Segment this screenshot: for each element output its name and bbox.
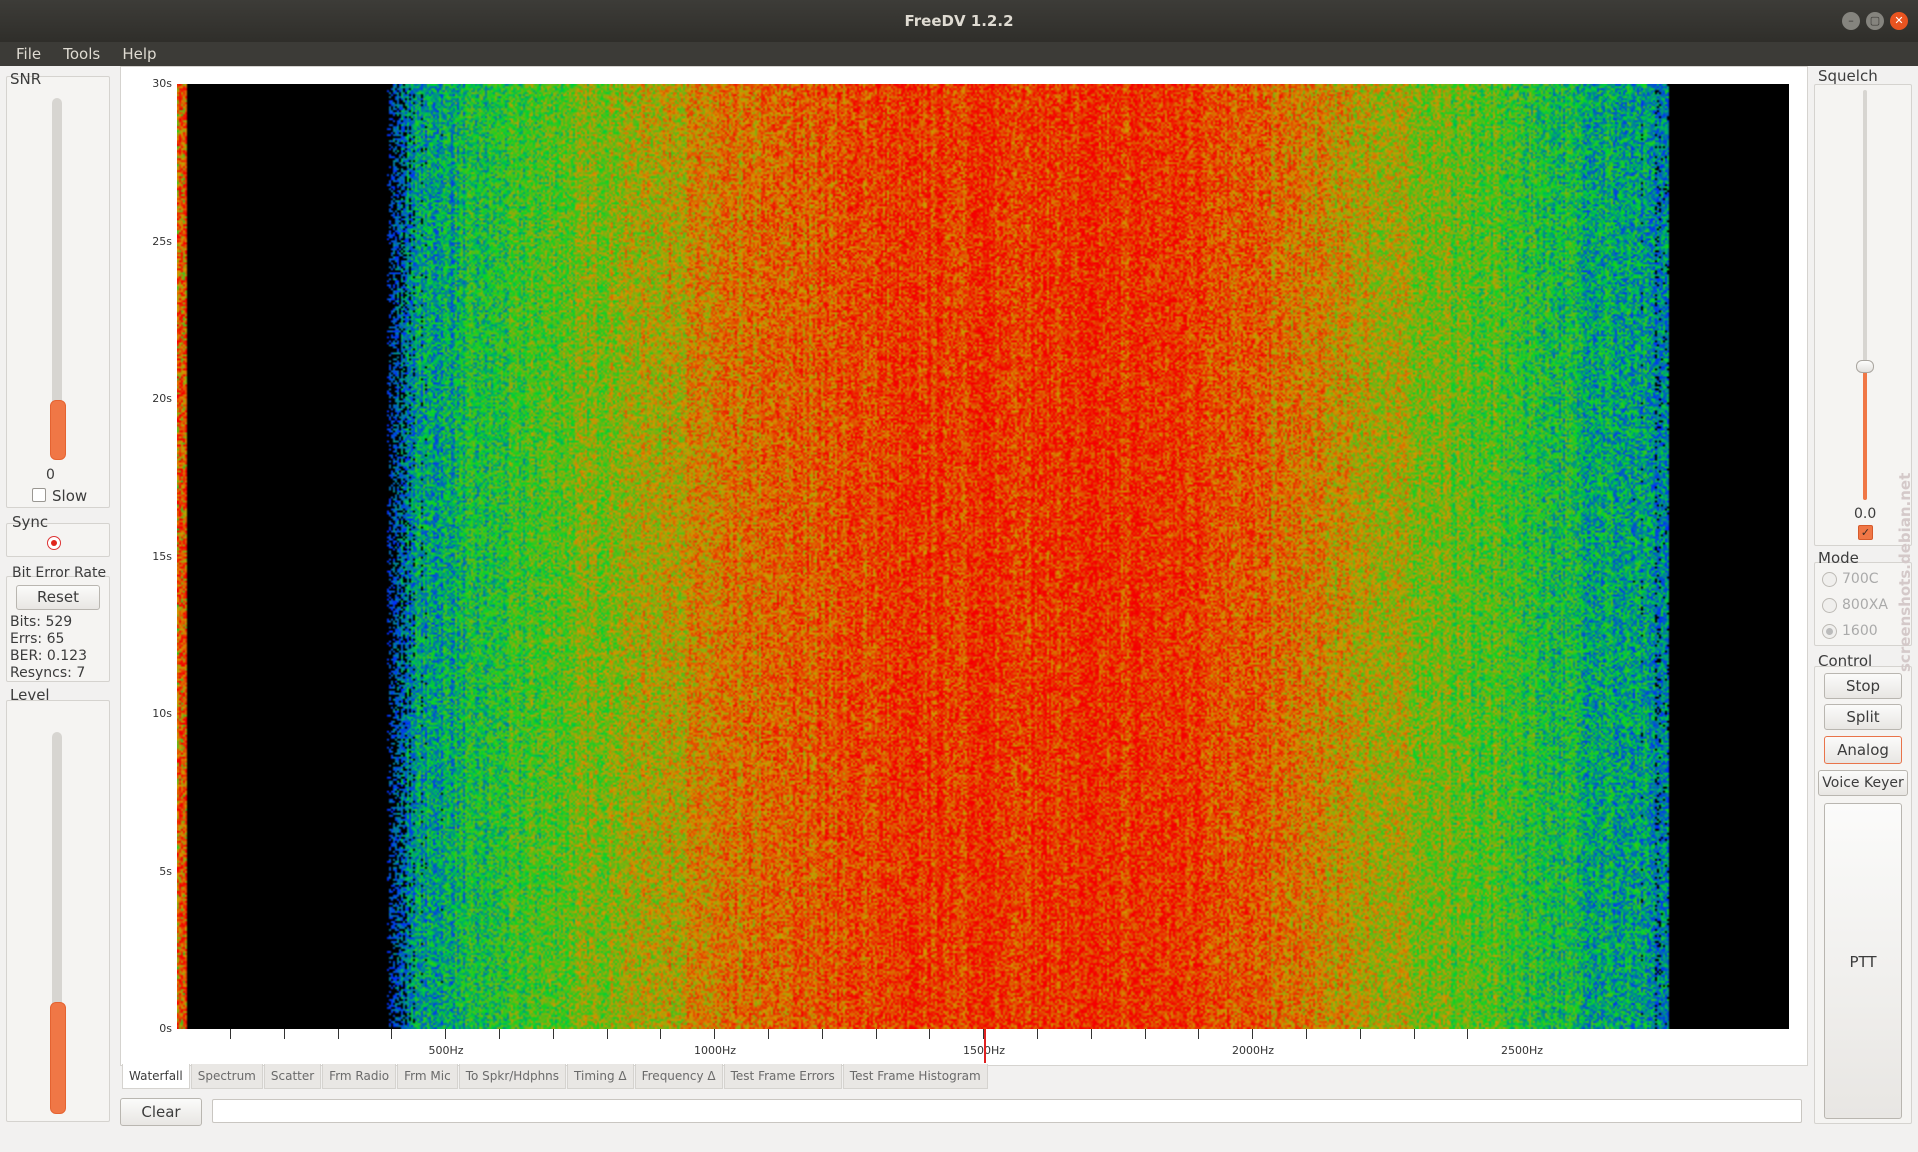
- x-tick-mark: [283, 1029, 285, 1039]
- sync-indicator-icon: [47, 536, 61, 550]
- x-tick-mark: [1037, 1029, 1038, 1039]
- title-bar: FreeDV 1.2.2 – ▢ ✕: [0, 0, 1918, 42]
- window-title: FreeDV 1.2.2: [904, 12, 1014, 30]
- y-tick-label: 5s: [159, 864, 172, 878]
- x-tick-mark: [1198, 1029, 1200, 1039]
- x-tick-label: 2500Hz: [1500, 1044, 1544, 1057]
- x-tick-mark: [1359, 1029, 1361, 1039]
- tab-frm-mic[interactable]: Frm Mic: [397, 1064, 458, 1089]
- mode-label: Mode: [1818, 549, 1859, 567]
- y-tick-label: 0s: [159, 1022, 172, 1035]
- y-tick-label: 25s: [152, 234, 172, 248]
- x-tick-mark: [1306, 1029, 1307, 1039]
- minimize-icon[interactable]: –: [1842, 12, 1860, 30]
- ber-label: Bit Error Rate: [12, 565, 107, 581]
- tab-test-frame-histogram[interactable]: Test Frame Histogram: [842, 1064, 988, 1089]
- control-label: Control: [1818, 652, 1873, 670]
- snr-label: SNR: [10, 70, 42, 88]
- y-tick-label: 10s: [152, 707, 172, 720]
- mode-700c-radio[interactable]: [1822, 572, 1837, 587]
- tab-timing[interactable]: Timing Δ: [567, 1064, 634, 1089]
- x-tick-mark: [929, 1029, 931, 1039]
- x-tick-mark: [714, 1029, 716, 1039]
- waterfall-plot[interactable]: [177, 84, 1789, 1029]
- x-tick-mark: [391, 1029, 393, 1039]
- sync-label: Sync: [12, 513, 49, 531]
- slow-label: Slow: [52, 487, 88, 505]
- y-tick-label: 20s: [152, 392, 172, 405]
- x-tick-mark: [875, 1029, 877, 1039]
- x-tick-mark: [1252, 1029, 1254, 1039]
- tab-frm-radio[interactable]: Frm Radio: [322, 1064, 397, 1089]
- mode-700c-label: 700C: [1842, 571, 1879, 587]
- x-tick-label: 2000Hz: [1231, 1044, 1275, 1057]
- squelch-value: 0.0: [1854, 506, 1877, 522]
- analog-button[interactable]: Analog: [1824, 736, 1902, 764]
- voice-keyer-button[interactable]: Voice Keyer: [1818, 770, 1908, 796]
- mode-1600-radio[interactable]: [1822, 624, 1837, 639]
- x-tick-mark: [821, 1029, 823, 1039]
- ptt-button[interactable]: PTT: [1824, 803, 1902, 1119]
- mode-800xa-radio[interactable]: [1822, 598, 1837, 613]
- x-tick-mark: [606, 1029, 608, 1039]
- x-tick-mark: [1144, 1029, 1146, 1039]
- squelch-slider-handle[interactable]: [1856, 360, 1874, 373]
- ber-resyncs: Resyncs: 7: [10, 665, 86, 681]
- tab-to-spkr-hdphns[interactable]: To Spkr/Hdphns: [458, 1064, 567, 1089]
- squelch-label: Squelch: [1818, 67, 1878, 85]
- menu-file[interactable]: File: [16, 42, 41, 66]
- x-tick-label: 500Hz: [428, 1044, 464, 1057]
- x-tick-mark: [660, 1029, 662, 1039]
- x-tick-mark: [230, 1029, 231, 1039]
- menu-help[interactable]: Help: [122, 42, 156, 66]
- level-label: Level: [10, 686, 50, 704]
- x-tick-mark: [552, 1029, 554, 1039]
- y-tick-label: 30s: [152, 77, 172, 90]
- x-tick-mark: [1467, 1029, 1469, 1039]
- ber-reset-button[interactable]: Reset: [16, 585, 100, 610]
- x-tick-mark: [445, 1029, 447, 1039]
- message-field[interactable]: [212, 1099, 1802, 1123]
- mode-1600-label: 1600: [1842, 623, 1878, 639]
- graph-tabs: Waterfall Spectrum Scatter Frm Radio Frm Mic…: [122, 1064, 989, 1089]
- tab-scatter[interactable]: Scatter: [263, 1064, 322, 1089]
- y-tick-label: 15s: [152, 549, 172, 563]
- x-tick-mark: [1090, 1029, 1092, 1039]
- menu-bar: File Tools Help: [0, 42, 1918, 66]
- clear-button[interactable]: Clear: [120, 1098, 202, 1126]
- maximize-icon[interactable]: ▢: [1866, 12, 1884, 30]
- tab-waterfall[interactable]: Waterfall: [122, 1064, 190, 1089]
- mode-800xa-label: 800XA: [1842, 597, 1888, 613]
- ber-value: BER: 0.123: [10, 648, 87, 664]
- close-icon[interactable]: ✕: [1890, 12, 1908, 30]
- frequency-marker[interactable]: [984, 1029, 986, 1063]
- tab-spectrum[interactable]: Spectrum: [190, 1064, 263, 1089]
- x-tick-mark: [1413, 1029, 1415, 1039]
- x-tick-mark: [499, 1029, 500, 1039]
- tab-frequency[interactable]: Frequency Δ: [634, 1064, 723, 1089]
- x-tick-label: 1000Hz: [693, 1044, 737, 1057]
- tab-test-frame-errors[interactable]: Test Frame Errors: [723, 1064, 842, 1089]
- split-button[interactable]: Split: [1824, 704, 1902, 730]
- slow-checkbox[interactable]: [32, 488, 46, 502]
- ber-errs: Errs: 65: [10, 631, 65, 647]
- squelch-slider-fill: [1863, 365, 1867, 500]
- menu-tools[interactable]: Tools: [63, 42, 100, 66]
- x-tick-mark: [337, 1029, 339, 1039]
- stop-button[interactable]: Stop: [1824, 673, 1902, 699]
- watermark: screenshots.debian.net: [1896, 472, 1914, 672]
- snr-value: 0: [46, 467, 55, 483]
- ber-bits: Bits: 529: [10, 614, 73, 630]
- level-meter-fill: [50, 1002, 66, 1114]
- x-tick-mark: [768, 1029, 769, 1039]
- snr-meter-fill: [50, 400, 66, 460]
- squelch-enable-checkbox[interactable]: ✓: [1858, 525, 1873, 540]
